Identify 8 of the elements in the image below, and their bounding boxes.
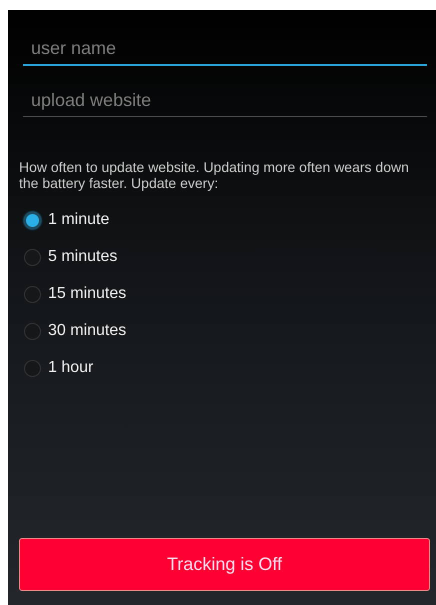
- interval-option[interactable]: 5 minutes: [24, 244, 118, 270]
- username-field[interactable]: user name: [23, 34, 427, 66]
- website-field[interactable]: upload website: [23, 86, 427, 117]
- interval-option[interactable]: 1 hour: [24, 355, 94, 381]
- interval-option[interactable]: 15 minutes: [24, 281, 126, 307]
- interval-option[interactable]: 1 minute: [24, 207, 110, 233]
- description-text: How often to update website. Updating more often wears down the battery faster. Update every:: [19, 159, 410, 191]
- interval-option[interactable]: 30 minutes: [24, 318, 126, 344]
